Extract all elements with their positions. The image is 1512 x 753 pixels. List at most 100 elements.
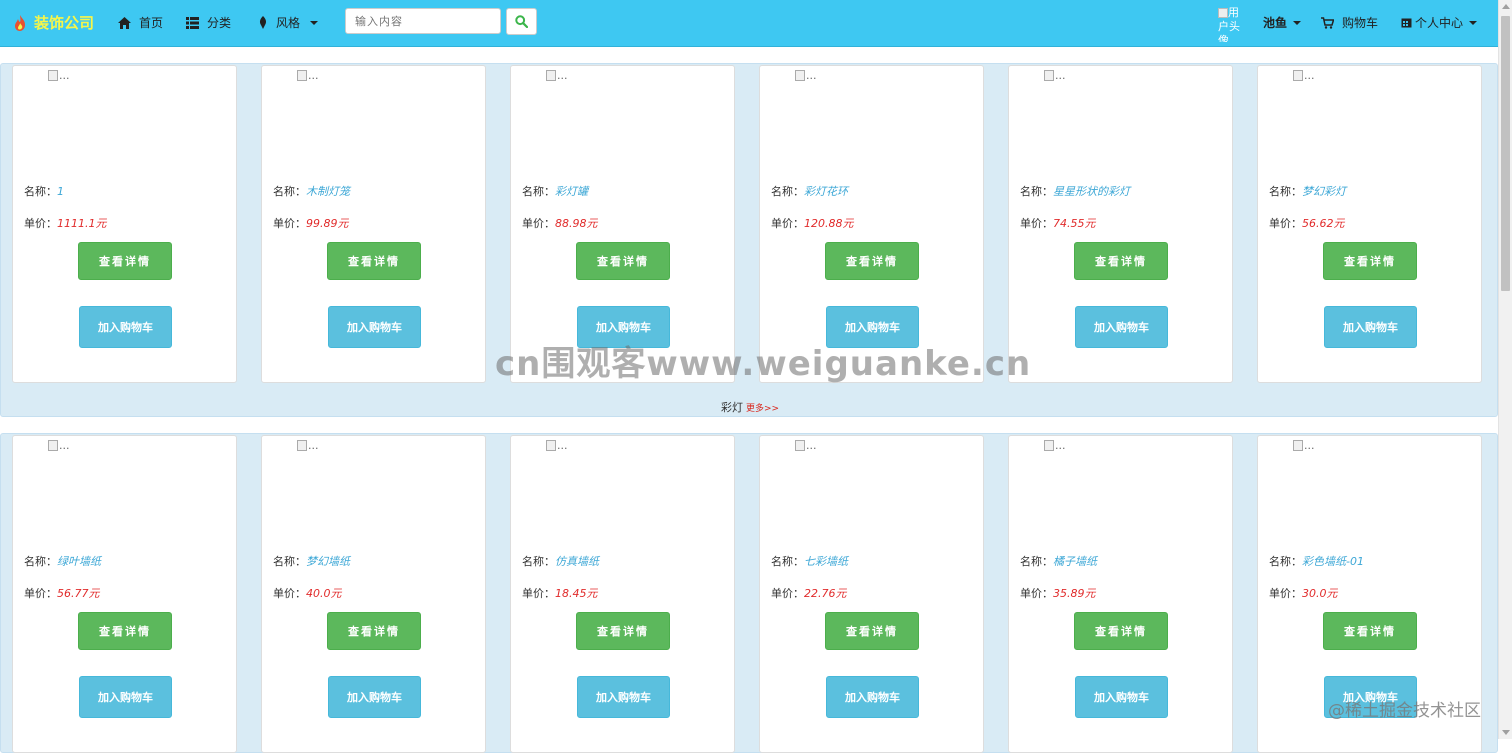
view-details-button[interactable]: 查看详情 [1323, 612, 1417, 650]
view-details-button[interactable]: 查看详情 [825, 612, 919, 650]
product-card: ... 名称：七彩墙纸 单价：22.76元 查看详情 加入购物车 [759, 435, 984, 753]
name-label: 名称： [1269, 555, 1302, 568]
product-name[interactable]: 1 [57, 185, 64, 198]
product-name[interactable]: 七彩墙纸 [804, 555, 848, 568]
product-image[interactable]: ... [546, 439, 568, 452]
product-image[interactable]: ... [795, 439, 817, 452]
product-price: 88.98元 [555, 217, 598, 230]
nav-cart[interactable]: 购物车 [1321, 14, 1378, 31]
product-name-row: 名称：星星形状的彩灯 [1020, 183, 1130, 199]
product-price: 120.88元 [804, 217, 854, 230]
add-to-cart-button[interactable]: 加入购物车 [1075, 306, 1168, 348]
add-to-cart-button[interactable]: 加入购物车 [328, 676, 421, 718]
product-image[interactable]: ... [1044, 439, 1066, 452]
add-to-cart-button[interactable]: 加入购物车 [577, 676, 670, 718]
product-name[interactable]: 梦幻彩灯 [1302, 185, 1346, 198]
name-label: 名称： [522, 185, 555, 198]
product-name-row: 名称：彩色墙纸-01 [1269, 553, 1364, 569]
nav-style-dropdown[interactable]: 风格 [258, 14, 319, 31]
personal-center-dropdown[interactable]: 个人中心 [1401, 14, 1478, 31]
product-image[interactable]: ... [546, 69, 568, 82]
price-label: 单价： [1020, 587, 1053, 600]
add-to-cart-button[interactable]: 加入购物车 [1075, 676, 1168, 718]
scroll-up-arrow-icon[interactable] [1502, 4, 1510, 9]
product-name[interactable]: 橘子墙纸 [1053, 555, 1097, 568]
product-image[interactable]: ... [1293, 439, 1315, 452]
add-to-cart-button[interactable]: 加入购物车 [826, 676, 919, 718]
product-price: 1111.1元 [57, 217, 107, 230]
product-card: ... 名称：绿叶墙纸 单价：56.77元 查看详情 加入购物车 [12, 435, 237, 753]
product-name[interactable]: 木制灯笼 [306, 185, 350, 198]
vertical-scrollbar[interactable] [1498, 0, 1512, 739]
product-price-row: 单价：35.89元 [1020, 585, 1096, 601]
add-to-cart-button[interactable]: 加入购物车 [79, 306, 172, 348]
product-card: ... 名称：梦幻墙纸 单价：40.0元 查看详情 加入购物车 [261, 435, 486, 753]
product-name[interactable]: 绿叶墙纸 [57, 555, 101, 568]
view-details-button[interactable]: 查看详情 [825, 242, 919, 280]
search-input[interactable] [345, 8, 501, 34]
add-to-cart-button[interactable]: 加入购物车 [1324, 306, 1417, 348]
navbar: 装饰公司 首页 分类 风格 用户头像 池鱼 [0, 0, 1498, 47]
product-section-wallpaper: ... 名称：绿叶墙纸 单价：56.77元 查看详情 加入购物车 ... 名称：… [0, 433, 1498, 753]
product-name[interactable]: 星星形状的彩灯 [1053, 185, 1130, 198]
broken-image-icon [297, 440, 307, 451]
product-price-row: 单价：40.0元 [273, 585, 342, 601]
view-details-button[interactable]: 查看详情 [327, 242, 421, 280]
view-details-button[interactable]: 查看详情 [576, 612, 670, 650]
product-card: ... 名称：橘子墙纸 单价：35.89元 查看详情 加入购物车 [1008, 435, 1233, 753]
product-image[interactable]: ... [48, 69, 70, 82]
product-image[interactable]: ... [795, 69, 817, 82]
broken-image-icon [795, 440, 805, 451]
price-label: 单价： [1269, 217, 1302, 230]
broken-image-icon [48, 70, 58, 81]
view-details-button[interactable]: 查看详情 [576, 242, 670, 280]
product-name[interactable]: 梦幻墙纸 [306, 555, 350, 568]
add-to-cart-button[interactable]: 加入购物车 [328, 306, 421, 348]
nav-home[interactable]: 首页 [118, 14, 163, 31]
view-details-button[interactable]: 查看详情 [78, 242, 172, 280]
product-image[interactable]: ... [297, 69, 319, 82]
add-to-cart-button[interactable]: 加入购物车 [79, 676, 172, 718]
product-price: 56.62元 [1302, 217, 1345, 230]
product-price: 18.45元 [555, 587, 598, 600]
product-price: 74.55元 [1053, 217, 1096, 230]
broken-image-icon [48, 440, 58, 451]
price-label: 单价： [24, 217, 57, 230]
price-label: 单价： [1020, 217, 1053, 230]
calendar-icon [1401, 18, 1412, 28]
image-alt-text: ... [557, 439, 568, 452]
scrollbar-thumb[interactable] [1501, 16, 1510, 291]
view-details-button[interactable]: 查看详情 [1074, 242, 1168, 280]
product-name[interactable]: 彩灯罐 [555, 185, 588, 198]
image-alt-text: ... [806, 439, 817, 452]
brand[interactable]: 装饰公司 [12, 12, 94, 33]
user-avatar[interactable]: 用户头像 [1218, 6, 1248, 42]
view-details-button[interactable]: 查看详情 [1323, 242, 1417, 280]
view-details-button[interactable]: 查看详情 [327, 612, 421, 650]
view-details-button[interactable]: 查看详情 [78, 612, 172, 650]
view-details-button[interactable]: 查看详情 [1074, 612, 1168, 650]
name-label: 名称： [1020, 185, 1053, 198]
broken-image-icon [1044, 70, 1054, 81]
chevron-down-icon [310, 20, 319, 25]
user-menu-dropdown[interactable]: 池鱼 [1263, 14, 1302, 31]
nav-cart-label: 购物车 [1342, 16, 1379, 30]
more-link[interactable]: 更多>> [746, 404, 779, 414]
product-image[interactable]: ... [1044, 69, 1066, 82]
scroll-down-arrow-icon[interactable] [1502, 730, 1510, 735]
section-footer: 彩灯 更多>> [1, 399, 1499, 415]
product-image[interactable]: ... [1293, 69, 1315, 82]
product-name[interactable]: 彩灯花环 [804, 185, 848, 198]
product-name[interactable]: 仿真墙纸 [555, 555, 599, 568]
product-image[interactable]: ... [297, 439, 319, 452]
search-button[interactable] [506, 8, 537, 35]
product-name[interactable]: 彩色墙纸-01 [1302, 555, 1364, 568]
product-price-row: 单价：18.45元 [522, 585, 598, 601]
nav-category[interactable]: 分类 [186, 14, 231, 31]
broken-image-icon [795, 70, 805, 81]
product-price-row: 单价：99.89元 [273, 215, 349, 231]
product-image[interactable]: ... [48, 439, 70, 452]
name-label: 名称： [273, 185, 306, 198]
broken-image-icon [1293, 440, 1303, 451]
product-price-row: 单价：74.55元 [1020, 215, 1096, 231]
